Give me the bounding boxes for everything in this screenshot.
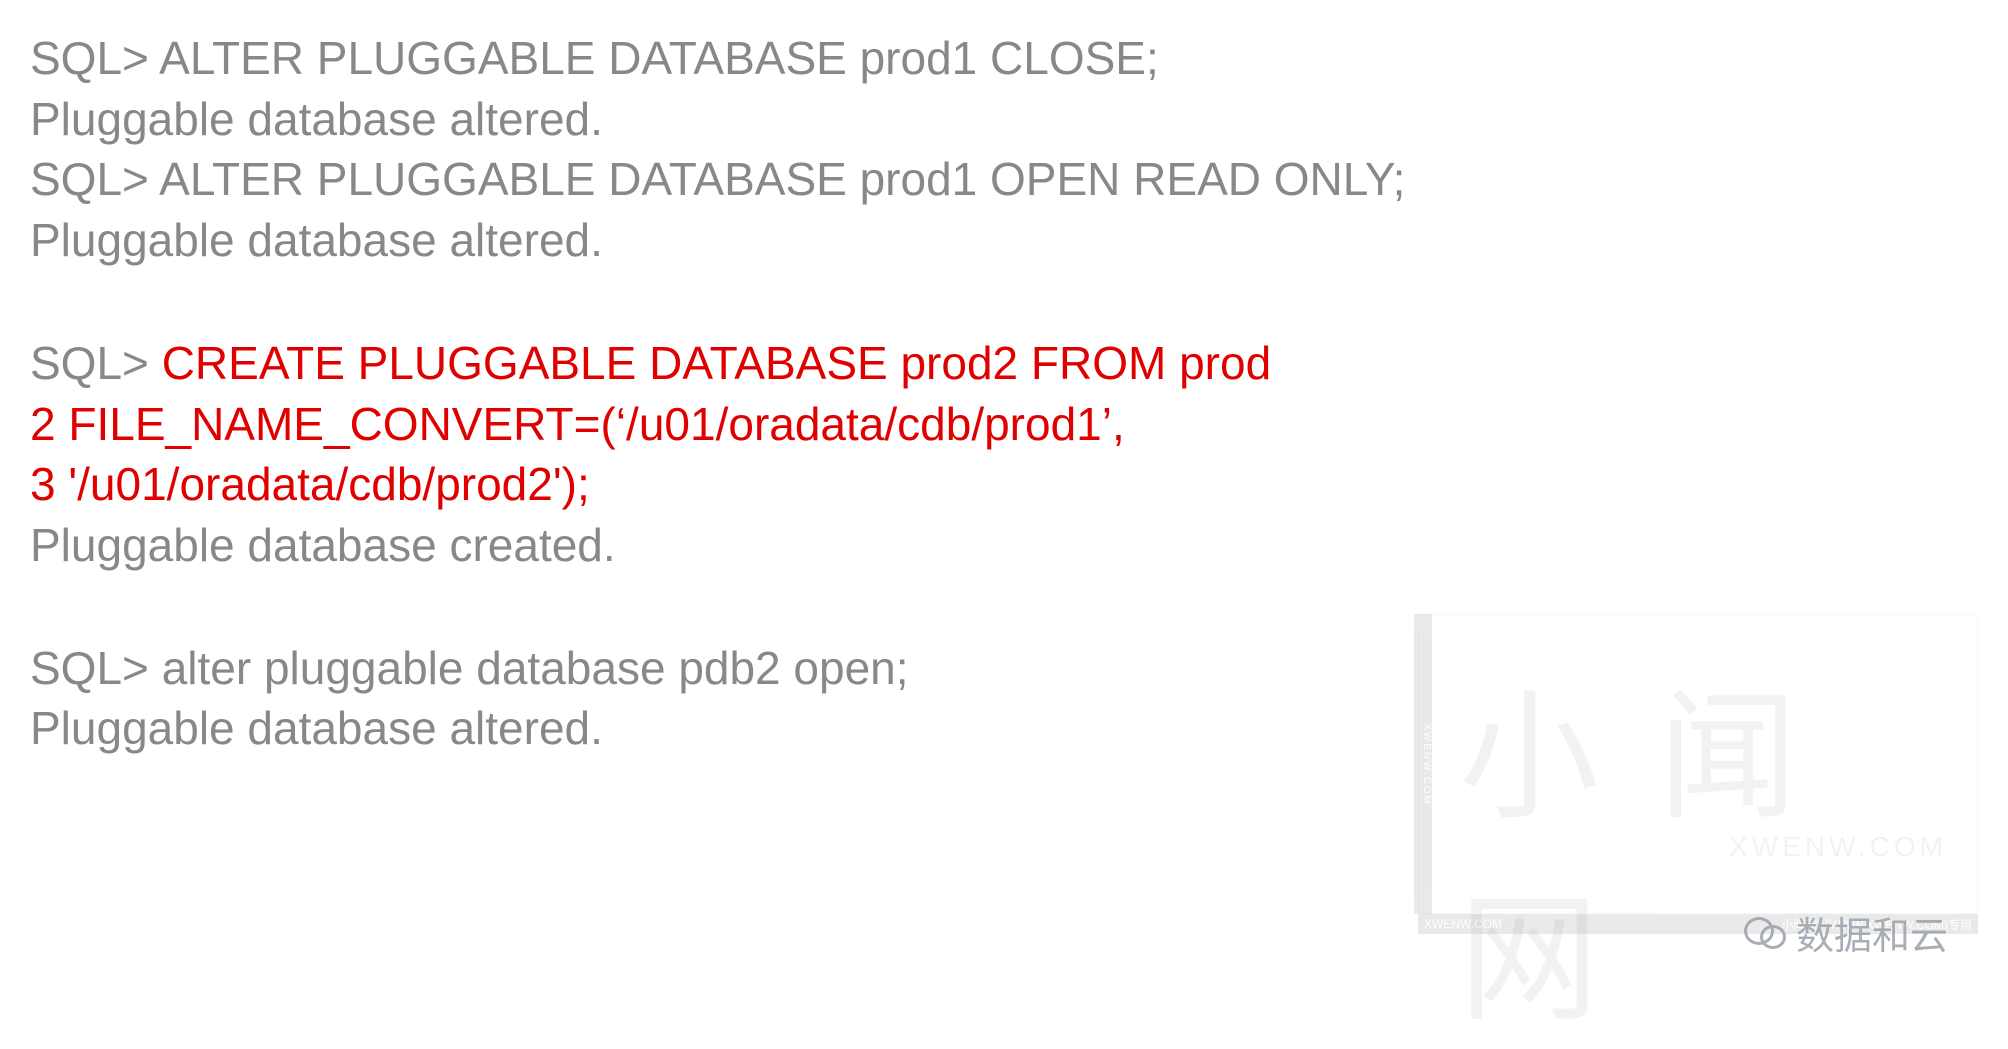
terminal-line: SQL> ALTER PLUGGABLE DATABASE prod1 OPEN…: [30, 149, 1978, 210]
terminal-line: [30, 271, 1978, 333]
terminal-segment: SQL> alter pluggable database pdb2 open;: [30, 642, 909, 694]
footer-brand-text: 数据和云: [1796, 905, 1948, 960]
terminal-line: Pluggable database created.: [30, 515, 1978, 576]
terminal-line: Pluggable database altered.: [30, 698, 1978, 759]
terminal-line: Pluggable database altered.: [30, 89, 1978, 150]
terminal-line: Pluggable database altered.: [30, 210, 1978, 271]
terminal-segment: SQL>: [30, 337, 162, 389]
watermark-bar-left: XWENW.COM: [1424, 917, 1502, 931]
terminal-segment: 2 FILE_NAME_CONVERT=(‘/u01/oradata/cdb/p…: [30, 398, 1125, 450]
terminal-segment: SQL> ALTER PLUGGABLE DATABASE prod1 CLOS…: [30, 32, 1159, 84]
wechat-icon: [1742, 911, 1786, 955]
terminal-line: 3 '/u01/oradata/cdb/prod2');: [30, 454, 1978, 515]
terminal-line: [30, 576, 1978, 638]
watermark-sub-text: XWENW.COM: [1729, 831, 1947, 863]
sql-terminal-output: SQL> ALTER PLUGGABLE DATABASE prod1 CLOS…: [0, 0, 2008, 759]
terminal-segment: Pluggable database altered.: [30, 93, 603, 145]
terminal-line: SQL> alter pluggable database pdb2 open;: [30, 638, 1978, 699]
terminal-line: 2 FILE_NAME_CONVERT=(‘/u01/oradata/cdb/p…: [30, 394, 1978, 455]
terminal-segment: SQL> ALTER PLUGGABLE DATABASE prod1 OPEN…: [30, 153, 1405, 205]
terminal-segment: CREATE PLUGGABLE DATABASE prod2 FROM pro…: [162, 337, 1271, 389]
terminal-segment: Pluggable database created.: [30, 519, 616, 571]
terminal-segment: Pluggable database altered.: [30, 702, 603, 754]
terminal-line: SQL> ALTER PLUGGABLE DATABASE prod1 CLOS…: [30, 28, 1978, 89]
terminal-segment: 3 '/u01/oradata/cdb/prod2');: [30, 458, 590, 510]
footer-brand: 数据和云: [1742, 905, 1948, 960]
terminal-segment: Pluggable database altered.: [30, 214, 603, 266]
terminal-line: SQL> CREATE PLUGGABLE DATABASE prod2 FRO…: [30, 333, 1978, 394]
